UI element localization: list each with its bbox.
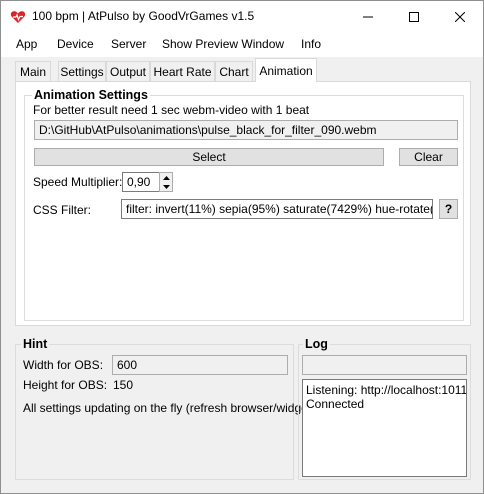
minimize-button[interactable] bbox=[345, 1, 391, 32]
menu-bar: App Device Server Show Preview Window In… bbox=[1, 32, 483, 57]
hint-note-text: All settings updating on the fly (refres… bbox=[23, 401, 316, 415]
css-filter-input[interactable]: filter: invert(11%) sepia(95%) saturate(… bbox=[121, 199, 433, 219]
obs-height-label: Height for OBS: bbox=[23, 378, 108, 392]
tab-heart-rate[interactable]: Heart Rate bbox=[150, 61, 215, 81]
menu-show-preview-window[interactable]: Show Preview Window bbox=[162, 37, 284, 51]
menu-app[interactable]: App bbox=[16, 37, 37, 51]
animation-settings-title: Animation Settings bbox=[32, 88, 150, 102]
speed-multiplier-spinner[interactable] bbox=[159, 172, 173, 192]
speed-multiplier-input[interactable]: 0,90 bbox=[122, 172, 160, 192]
menu-device[interactable]: Device bbox=[57, 37, 94, 51]
obs-width-field[interactable]: 600 bbox=[112, 355, 288, 375]
tab-main[interactable]: Main bbox=[15, 61, 51, 81]
log-output[interactable]: Listening: http://localhost:10110/ Conne… bbox=[302, 379, 467, 477]
css-filter-label: CSS Filter: bbox=[33, 203, 92, 217]
css-filter-help-button[interactable]: ? bbox=[439, 199, 458, 219]
hint-title: Hint bbox=[21, 337, 50, 351]
tab-animation[interactable]: Animation bbox=[255, 58, 317, 82]
app-window: 100 bpm | AtPulso by GoodVrGames v1.5 Ap… bbox=[0, 0, 484, 494]
title-bar[interactable]: 100 bpm | AtPulso by GoodVrGames v1.5 bbox=[1, 1, 483, 32]
animation-file-path-field[interactable]: D:\GitHub\AtPulso\animations\pulse_black… bbox=[34, 120, 458, 140]
log-title: Log bbox=[303, 337, 330, 351]
close-icon bbox=[455, 11, 465, 22]
tab-output[interactable]: Output bbox=[106, 61, 150, 81]
tab-settings[interactable]: Settings bbox=[58, 61, 106, 81]
obs-height-value: 150 bbox=[113, 378, 134, 392]
tab-chart[interactable]: Chart bbox=[215, 61, 253, 81]
menu-info[interactable]: Info bbox=[301, 37, 321, 51]
heart-app-icon bbox=[10, 11, 26, 23]
spin-up-icon[interactable] bbox=[160, 173, 172, 182]
minimize-icon bbox=[363, 16, 373, 17]
select-button[interactable]: Select bbox=[34, 148, 384, 166]
spin-down-icon[interactable] bbox=[160, 182, 172, 191]
clear-button[interactable]: Clear bbox=[399, 148, 458, 166]
maximize-button[interactable] bbox=[391, 1, 437, 32]
maximize-icon bbox=[409, 11, 419, 22]
menu-server[interactable]: Server bbox=[111, 37, 146, 51]
close-button[interactable] bbox=[437, 1, 483, 32]
animation-tab-panel: Animation Settings For better result nee… bbox=[15, 81, 471, 326]
log-status-field[interactable] bbox=[302, 355, 467, 375]
window-title: 100 bpm | AtPulso by GoodVrGames v1.5 bbox=[32, 9, 255, 23]
speed-multiplier-label: Speed Multiplier: bbox=[33, 175, 123, 189]
animation-hint-text: For better result need 1 sec webm-video … bbox=[33, 103, 310, 117]
obs-width-label: Width for OBS: bbox=[23, 358, 104, 372]
